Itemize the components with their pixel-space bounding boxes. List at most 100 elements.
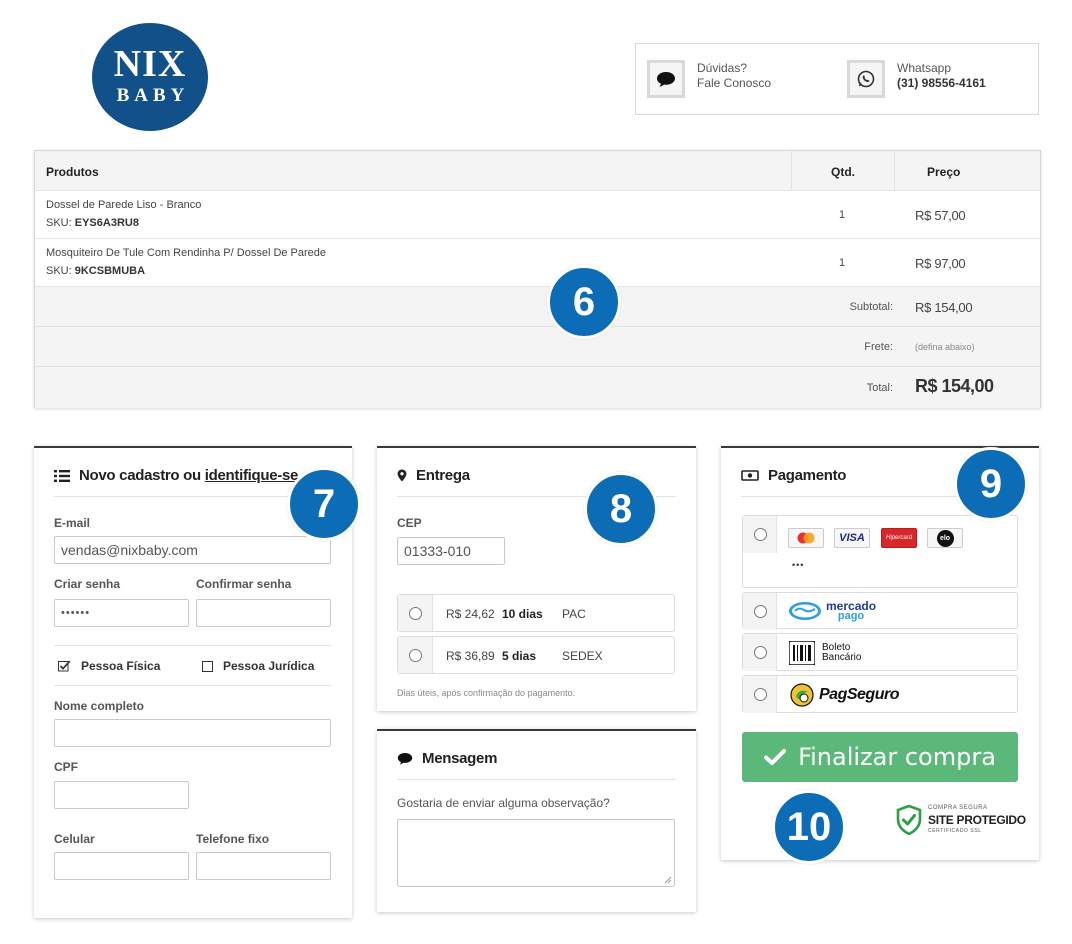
- mercadopago-logo: mercado pago: [788, 600, 876, 622]
- cpf-label: CPF: [54, 760, 78, 774]
- product-qty: 1: [839, 209, 846, 221]
- ssl-line2: SITE PROTEGIDO: [928, 813, 1026, 827]
- shipping-price: R$ 36,89: [446, 649, 495, 663]
- map-marker-icon: [397, 469, 407, 482]
- checkbox-empty-icon: [202, 660, 213, 672]
- whatsapp-link[interactable]: Whatsapp (31) 98556-4161: [847, 60, 986, 98]
- products-table: Produtos Qtd. Preço Dossel de Parede Lis…: [34, 150, 1041, 408]
- senha-label: Criar senha: [54, 577, 121, 591]
- telefone-field[interactable]: [196, 852, 331, 880]
- subtotal-label: Subtotal:: [849, 301, 893, 313]
- header-divider: [894, 151, 895, 190]
- frete-value: (defina abaixo): [915, 342, 975, 352]
- more-cards-icon: •••: [792, 560, 805, 570]
- pessoa-fisica-label: Pessoa Física: [81, 659, 161, 673]
- confirmar-senha-label: Confirmar senha: [196, 577, 292, 591]
- barcode-icon: [789, 641, 815, 665]
- header-qtd: Qtd.: [831, 165, 855, 179]
- step-badge-8: 8: [584, 472, 658, 546]
- step-badge-10: 10: [772, 790, 846, 864]
- radio-button[interactable]: [754, 605, 767, 618]
- shipping-service: SEDEX: [562, 649, 603, 663]
- celular-field[interactable]: [54, 852, 189, 880]
- total-row: Total: R$ 154,00: [35, 366, 1040, 408]
- elo-icon: elo: [927, 528, 963, 548]
- contact-us-link[interactable]: Dúvidas? Fale Conosco: [647, 60, 771, 98]
- payment-option-mercadopago[interactable]: mercado pago: [742, 592, 1018, 630]
- comment-icon: [397, 752, 413, 765]
- frete-row: Frete: (defina abaixo): [35, 326, 1040, 366]
- pagamento-title: Pagamento: [741, 467, 846, 484]
- telefone-label: Telefone fixo: [196, 832, 270, 846]
- radio-button[interactable]: [409, 607, 422, 620]
- pessoa-juridica-label: Pessoa Jurídica: [223, 659, 315, 673]
- payment-option-boleto[interactable]: Boleto Bancário: [742, 633, 1018, 671]
- header-preco: Preço: [927, 165, 961, 179]
- checkbox-checked-icon: [58, 660, 71, 672]
- product-name: Mosquiteiro De Tule Com Rendinha P/ Doss…: [46, 247, 327, 259]
- mastercard-icon: [788, 528, 824, 548]
- radio-button[interactable]: [754, 528, 767, 541]
- product-qty: 1: [839, 257, 846, 269]
- shipping-days: 10 dias: [502, 607, 543, 621]
- pessoa-juridica-checkbox[interactable]: Pessoa Jurídica: [202, 659, 314, 673]
- finalizar-label: Finalizar compra: [798, 743, 996, 771]
- nome-label: Nome completo: [54, 699, 145, 713]
- section-divider: [54, 685, 331, 686]
- email-field[interactable]: vendas@nixbaby.com: [54, 536, 331, 564]
- shipping-option-sedex[interactable]: R$ 36,89 5 dias SEDEX: [397, 636, 675, 674]
- finalizar-compra-button[interactable]: Finalizar compra: [742, 732, 1018, 782]
- password-field[interactable]: ••••••: [54, 599, 189, 627]
- resize-handle-icon[interactable]: [664, 876, 672, 884]
- product-sku: SKU: 9KCSBMUBA: [46, 265, 146, 277]
- payment-option-pagseguro[interactable]: PagSeguro: [742, 675, 1018, 713]
- hipercard-icon: Hipercard: [881, 528, 917, 548]
- products-table-header: Produtos Qtd. Preço: [35, 151, 1040, 190]
- radio-button[interactable]: [409, 649, 422, 662]
- nome-completo-field[interactable]: [54, 719, 331, 747]
- radio-button[interactable]: [754, 688, 767, 701]
- shipping-price: R$ 24,62: [446, 607, 495, 621]
- mensagem-textarea[interactable]: [397, 819, 675, 887]
- list-icon: [54, 469, 70, 482]
- ssl-seal: COMPRA SEGURA SITE PROTEGIDO CERTIFICADO…: [896, 804, 1026, 836]
- logo-line1: NIX: [113, 43, 187, 85]
- mensagem-title: Mensagem: [397, 750, 497, 767]
- table-row: Dossel de Parede Liso - Branco SKU: EYS6…: [35, 190, 1040, 238]
- shipping-days: 5 dias: [502, 649, 537, 663]
- subtotal-row: Subtotal: R$ 154,00: [35, 286, 1040, 326]
- step-badge-7: 7: [287, 467, 361, 541]
- product-name: Dossel de Parede Liso - Branco: [46, 199, 202, 211]
- cadastro-title-text: Novo cadastro ou: [79, 467, 201, 484]
- identifique-se-link[interactable]: identifique-se: [205, 467, 299, 484]
- total-value: R$ 154,00: [915, 376, 994, 396]
- contact-line1: Dúvidas?: [697, 61, 748, 75]
- product-price: R$ 97,00: [915, 256, 966, 271]
- entrega-title: Entrega: [397, 467, 470, 484]
- shipping-option-pac[interactable]: R$ 24,62 10 dias PAC: [397, 594, 675, 632]
- payment-option-cartao[interactable]: VISA Hipercard elo •••: [742, 515, 1018, 588]
- check-icon: [764, 748, 787, 766]
- cep-field[interactable]: 01333-010: [397, 537, 505, 565]
- cep-label: CEP: [397, 516, 422, 530]
- pessoa-fisica-checkbox[interactable]: Pessoa Física: [58, 659, 160, 673]
- frete-label: Frete:: [864, 341, 893, 353]
- panel-divider: [397, 779, 676, 780]
- cpf-field[interactable]: [54, 781, 189, 809]
- cadastro-title: Novo cadastro ou identifique-se: [54, 467, 298, 484]
- confirm-password-field[interactable]: [196, 599, 331, 627]
- mensagem-panel: Mensagem Gostaria de enviar alguma obser…: [377, 729, 696, 912]
- subtotal-value: R$ 154,00: [915, 300, 973, 315]
- step-badge-9: 9: [954, 447, 1028, 521]
- money-icon: [741, 470, 759, 481]
- ssl-line3: CERTIFICADO SSL: [928, 828, 982, 834]
- header-produtos: Produtos: [46, 165, 99, 179]
- product-price: R$ 57,00: [915, 208, 966, 223]
- radio-button[interactable]: [754, 646, 767, 659]
- whatsapp-icon: [847, 60, 885, 98]
- nix-baby-logo[interactable]: NIX BABY: [92, 23, 208, 131]
- logo-line2: BABY: [116, 85, 190, 106]
- boleto-logo: Boleto Bancário: [789, 641, 861, 665]
- step-badge-6: 6: [547, 265, 621, 339]
- mensagem-prompt: Gostaria de enviar alguma observação?: [397, 796, 610, 810]
